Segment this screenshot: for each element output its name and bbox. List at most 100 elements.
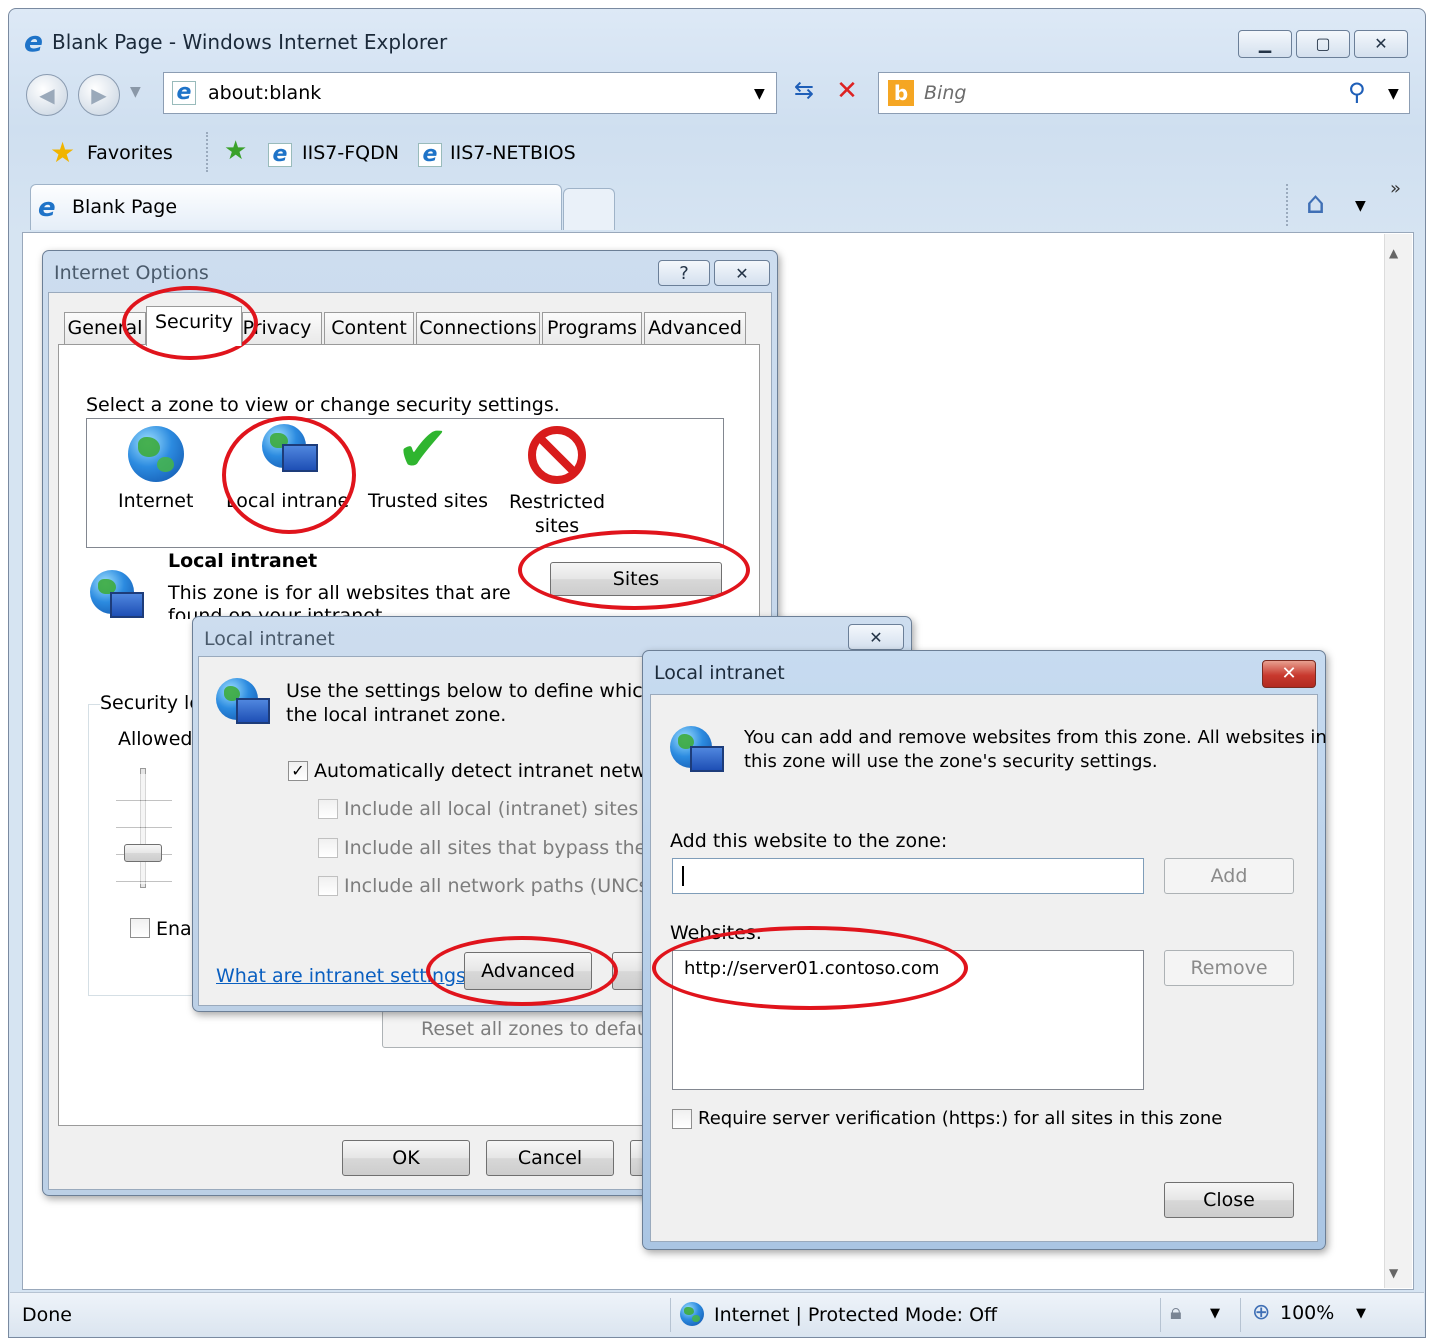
- toolbar-separator: [206, 132, 208, 172]
- toolbar-separator: [1286, 184, 1288, 226]
- help-button[interactable]: ?: [658, 260, 710, 286]
- intranet-settings-title: Local intranet: [204, 628, 335, 650]
- more-commands-chevron-icon[interactable]: »: [1390, 178, 1401, 199]
- favorite-page-icon: e: [418, 143, 442, 167]
- enable-protected-mode-label[interactable]: Ena: [156, 918, 192, 940]
- home-dropdown-icon[interactable]: ▼: [1355, 198, 1366, 214]
- close-window-button[interactable]: ✕: [1354, 30, 1408, 58]
- zoom-level[interactable]: 100%: [1280, 1302, 1334, 1324]
- require-https-checkbox[interactable]: [672, 1109, 692, 1129]
- include-local-sites-label[interactable]: Include all local (intranet) sites not l…: [344, 798, 644, 820]
- auto-detect-label[interactable]: Automatically detect intranet network: [314, 760, 644, 782]
- scroll-down-icon[interactable]: ▼: [1389, 1266, 1398, 1280]
- window-title: Blank Page - Windows Internet Explorer: [52, 30, 448, 54]
- search-placeholder: Bing: [924, 82, 967, 104]
- status-separator: [670, 1298, 671, 1332]
- status-separator: [1160, 1298, 1161, 1332]
- annotation-circle-sites-button: [518, 530, 750, 610]
- maximize-button[interactable]: ▢: [1296, 30, 1350, 58]
- zone-restricted-sites-label[interactable]: Restricted sites: [502, 490, 612, 538]
- intranet-settings-monitor-icon: [236, 698, 270, 724]
- include-bypass-proxy-checkbox[interactable]: [318, 838, 338, 858]
- close-button[interactable]: Close: [1164, 1182, 1294, 1218]
- tab-title: Blank Page: [72, 196, 178, 218]
- internet-options-title: Internet Options: [54, 262, 209, 284]
- favorite-link-iis7-netbios[interactable]: IIS7-NETBIOS: [450, 142, 576, 164]
- zone-prompt: Select a zone to view or change security…: [86, 394, 560, 416]
- trusted-sites-checkmark-icon[interactable]: ✔: [396, 418, 450, 482]
- ie-logo-icon: e: [24, 25, 43, 58]
- favorite-link-iis7-fqdn[interactable]: IIS7-FQDN: [302, 142, 399, 164]
- annotation-circle-website-entry: [652, 926, 968, 1010]
- stop-icon[interactable]: ✕: [830, 76, 864, 112]
- favorites-button[interactable]: Favorites: [87, 142, 173, 164]
- include-local-sites-checkbox[interactable]: [318, 799, 338, 819]
- intranet-settings-close-button[interactable]: ✕: [848, 624, 904, 650]
- home-icon[interactable]: ⌂: [1306, 186, 1325, 221]
- back-button[interactable]: ◀: [26, 74, 68, 116]
- zone-internet-label[interactable]: Internet: [118, 490, 193, 512]
- add-to-favorites-icon[interactable]: ★: [224, 136, 247, 166]
- zone-heading: Local intranet: [168, 550, 318, 572]
- enable-protected-mode-checkbox[interactable]: [130, 918, 150, 938]
- include-bypass-proxy-label[interactable]: Include all sites that bypass the proxy …: [344, 837, 644, 859]
- tab-connections[interactable]: Connections: [416, 312, 540, 344]
- tab-content[interactable]: Content: [324, 312, 414, 344]
- selected-zone-monitor-icon: [110, 592, 144, 618]
- annotation-circle-local-intranet: [222, 416, 356, 534]
- compat-refresh-icon[interactable]: ⇆: [786, 76, 822, 112]
- zoom-icon[interactable]: ⊕: [1252, 1300, 1270, 1325]
- add-button[interactable]: Add: [1164, 858, 1294, 894]
- minimize-button[interactable]: ▁: [1238, 30, 1292, 58]
- status-text: Done: [22, 1304, 72, 1326]
- zone-trusted-sites-label[interactable]: Trusted sites: [368, 490, 488, 512]
- remove-button[interactable]: Remove: [1164, 950, 1294, 986]
- intranet-settings-desc-line1: Use the settings below to define which w…: [286, 680, 644, 702]
- internet-zone-icon[interactable]: [680, 1302, 704, 1326]
- cancel-button[interactable]: Cancel: [486, 1140, 614, 1176]
- new-tab-button[interactable]: [563, 188, 615, 230]
- tab-ie-icon: e: [38, 193, 56, 223]
- internet-options-close-button[interactable]: ✕: [714, 260, 770, 286]
- restricted-slash: [537, 435, 577, 475]
- reset-all-zones-button[interactable]: Reset all zones to default level: [382, 1010, 682, 1048]
- vertical-scrollbar[interactable]: [1384, 234, 1412, 1288]
- sites-dialog-title: Local intranet: [654, 662, 785, 684]
- sites-dialog-desc-line1: You can add and remove websites from thi…: [744, 727, 1327, 748]
- security-slider-thumb[interactable]: [124, 844, 162, 862]
- ok-button[interactable]: OK: [342, 1140, 470, 1176]
- require-https-label[interactable]: Require server verification (https:) for…: [698, 1108, 1222, 1129]
- add-website-input[interactable]: [672, 858, 1144, 894]
- zone-status[interactable]: Internet | Protected Mode: Off: [714, 1304, 997, 1326]
- favorite-page-icon: e: [268, 143, 292, 167]
- status-separator: [1240, 1298, 1241, 1332]
- include-unc-paths-label[interactable]: Include all network paths (UNCs): [344, 875, 656, 897]
- scroll-up-icon[interactable]: ▲: [1389, 246, 1398, 260]
- page-icon: e: [172, 81, 196, 105]
- favorites-star-icon[interactable]: ★: [50, 136, 75, 169]
- search-icon[interactable]: ⚲: [1348, 78, 1366, 106]
- intranet-settings-desc-line2: the local intranet zone.: [286, 704, 507, 726]
- recent-pages-dropdown-icon[interactable]: ▼: [130, 84, 141, 100]
- zoom-dropdown-icon[interactable]: ▼: [1356, 1306, 1366, 1321]
- tab-programs[interactable]: Programs: [542, 312, 642, 344]
- forward-button[interactable]: ▶: [78, 74, 120, 116]
- auto-detect-checkbox[interactable]: ✓: [288, 761, 308, 781]
- allowed-levels-label: Allowed: [118, 728, 193, 750]
- internet-zone-globe-icon[interactable]: [128, 426, 184, 482]
- security-dropdown-icon[interactable]: ▼: [1210, 1306, 1220, 1321]
- tab-advanced[interactable]: Advanced: [644, 312, 746, 344]
- address-text[interactable]: about:blank: [208, 82, 321, 104]
- security-level-label: Security le: [100, 692, 204, 714]
- restricted-sites-icon[interactable]: [528, 426, 586, 484]
- add-website-label: Add this website to the zone:: [670, 830, 948, 852]
- sites-dialog-monitor-icon: [690, 746, 724, 772]
- search-options-dropdown-icon[interactable]: ▼: [1388, 86, 1399, 102]
- bing-logo-icon: b: [888, 80, 914, 106]
- sites-dialog-close-button[interactable]: ✕: [1262, 660, 1316, 688]
- include-unc-paths-checkbox[interactable]: [318, 876, 338, 896]
- tab-security[interactable]: Security: [146, 306, 242, 346]
- popup-security-icon[interactable]: 🔒︎: [1170, 1300, 1182, 1325]
- address-dropdown-icon[interactable]: ▼: [754, 86, 765, 102]
- text-cursor: [682, 866, 684, 886]
